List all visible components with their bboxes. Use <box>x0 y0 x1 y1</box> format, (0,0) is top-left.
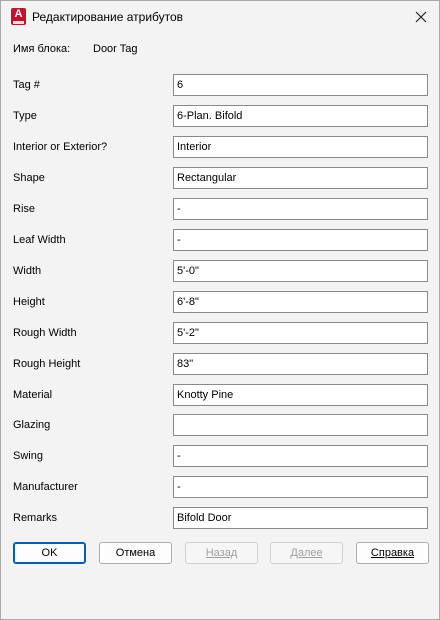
help-button[interactable]: Справка <box>356 542 429 564</box>
attribute-value-field[interactable] <box>173 74 428 96</box>
edit-attributes-dialog: A Редактирование атрибутов Имя блока: Do… <box>0 0 440 620</box>
attribute-value-field[interactable] <box>173 507 428 529</box>
attribute-value-field[interactable] <box>173 445 428 467</box>
attribute-label: Leaf Width <box>13 234 66 246</box>
attribute-label: Type <box>13 110 37 122</box>
title-bar[interactable]: A Редактирование атрибутов <box>1 1 439 33</box>
attribute-value-field[interactable] <box>173 353 428 375</box>
attribute-value-field[interactable] <box>173 136 428 158</box>
attribute-value-field[interactable] <box>173 322 428 344</box>
attribute-label: Material <box>13 389 53 401</box>
back-button[interactable]: Назад <box>185 542 258 564</box>
attribute-value-field[interactable] <box>173 414 428 436</box>
attribute-label: Manufacturer <box>13 481 78 493</box>
attribute-value-field[interactable] <box>173 476 428 498</box>
next-button-label: Далее <box>290 547 323 559</box>
attribute-value-field[interactable] <box>173 105 428 127</box>
attribute-value-field[interactable] <box>173 384 428 406</box>
attribute-label: Width <box>13 265 42 277</box>
attribute-label: Tag # <box>13 79 40 91</box>
cancel-button[interactable]: Отмена <box>99 542 172 564</box>
attribute-label: Rough Height <box>13 358 81 370</box>
attribute-label: Height <box>13 296 45 308</box>
block-name-value: Door Tag <box>93 43 138 55</box>
attribute-value-field[interactable] <box>173 291 428 313</box>
back-button-label: Назад <box>205 547 238 559</box>
next-button[interactable]: Далее <box>270 542 343 564</box>
dialog-title: Редактирование атрибутов <box>32 10 184 24</box>
attribute-value-field[interactable] <box>173 198 428 220</box>
attribute-value-field[interactable] <box>173 167 428 189</box>
block-name-label: Имя блока: <box>13 43 71 55</box>
close-icon[interactable] <box>409 5 433 29</box>
attribute-label: Swing <box>13 450 43 462</box>
autocad-icon: A <box>11 8 26 25</box>
attribute-label: Glazing <box>13 419 51 431</box>
attribute-value-field[interactable] <box>173 229 428 251</box>
attribute-label: Interior or Exterior? <box>13 141 108 153</box>
attribute-value-field[interactable] <box>173 260 428 282</box>
attribute-label: Rise <box>13 203 36 215</box>
attribute-label: Rough Width <box>13 327 77 339</box>
ok-button[interactable]: OK <box>13 542 86 564</box>
attribute-label: Remarks <box>13 512 58 524</box>
attribute-label: Shape <box>13 172 45 184</box>
help-button-label: Справка <box>370 547 415 559</box>
